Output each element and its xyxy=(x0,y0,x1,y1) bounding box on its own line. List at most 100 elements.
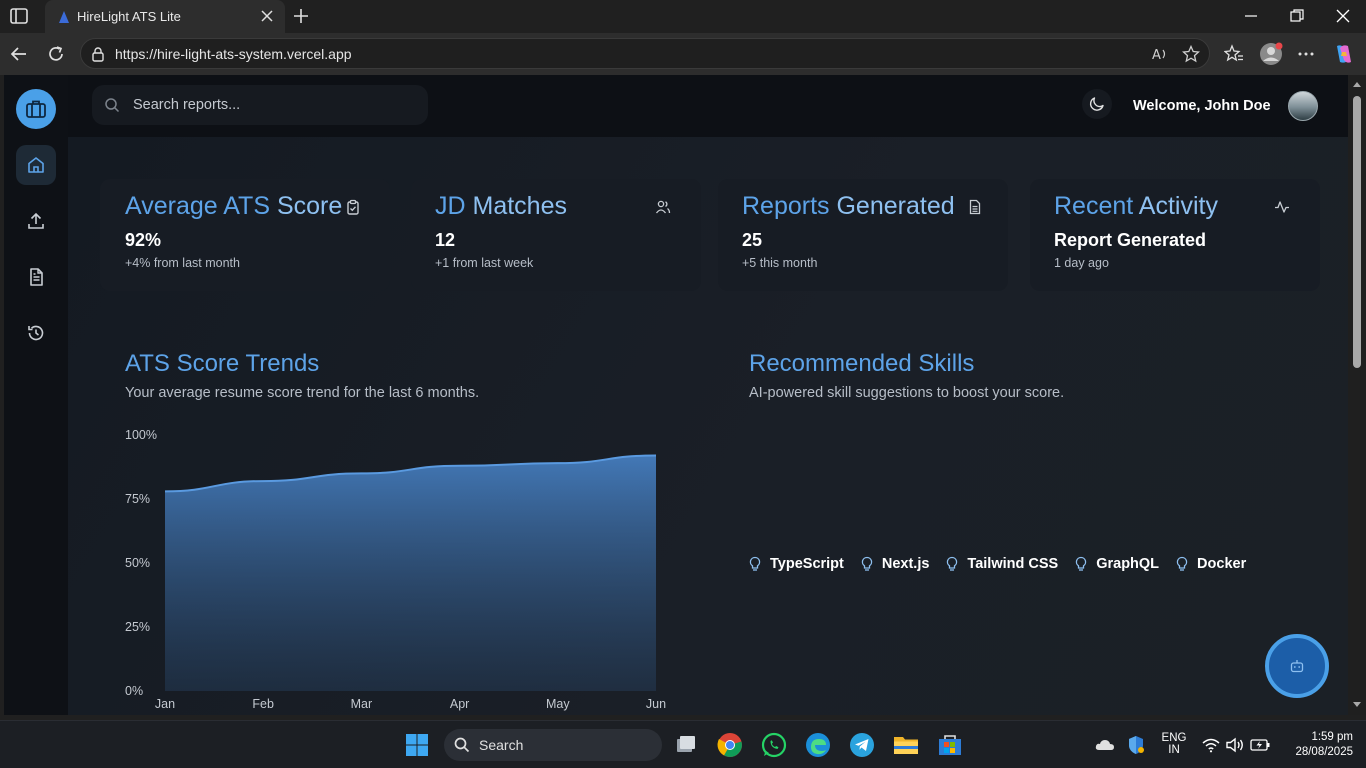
skills-title: Recommended Skills xyxy=(749,350,975,377)
url-text[interactable]: https://hire-light-ats-system.vercel.app xyxy=(115,46,352,62)
windows-logo-icon xyxy=(406,734,428,756)
browser-address-bar: https://hire-light-ats-system.vercel.app… xyxy=(0,33,1366,75)
theme-toggle-button[interactable] xyxy=(1082,89,1112,119)
start-button[interactable] xyxy=(403,731,431,759)
file-text-icon xyxy=(30,268,43,286)
scroll-down-arrow-icon[interactable] xyxy=(1352,701,1362,709)
whatsapp-icon xyxy=(761,732,787,758)
search-icon xyxy=(105,98,120,113)
sidebar-item-upload[interactable] xyxy=(16,201,56,241)
card-title-ats-score: Average ATS Score xyxy=(125,192,343,220)
file-text-icon xyxy=(969,199,981,215)
x-tick-label: Apr xyxy=(450,697,469,711)
lightbulb-icon xyxy=(1075,556,1087,571)
wifi-icon[interactable] xyxy=(1202,737,1220,753)
x-tick-label: Feb xyxy=(252,697,274,711)
sidebar-item-history[interactable] xyxy=(16,313,56,353)
store-icon xyxy=(939,735,961,755)
task-view-icon xyxy=(677,736,695,752)
edge-app[interactable] xyxy=(804,731,832,759)
browser-tab-active[interactable]: HireLight ATS Lite xyxy=(45,0,285,33)
y-tick-label: 0% xyxy=(125,684,143,698)
tab-actions-icon[interactable] xyxy=(10,8,28,24)
more-menu-icon[interactable] xyxy=(1296,44,1316,64)
x-tick-label: Jun xyxy=(646,697,666,711)
chrome-icon xyxy=(717,733,742,757)
minimize-icon[interactable] xyxy=(1244,9,1258,23)
ats-score-area-chart: 0% 25% 50% 75% 100% Jan Feb Mar Apr May Jun xyxy=(125,428,666,711)
y-tick-label: 100% xyxy=(125,428,157,442)
sidebar-item-reports[interactable] xyxy=(16,257,56,297)
refresh-icon[interactable] xyxy=(46,44,66,64)
taskbar-search[interactable]: Search xyxy=(444,729,662,761)
x-tick-label: May xyxy=(546,697,570,711)
lightbulb-icon xyxy=(861,556,873,571)
security-shield-icon[interactable] xyxy=(1127,735,1145,755)
tab-close-icon[interactable] xyxy=(261,9,273,23)
skill-item: Tailwind CSS xyxy=(945,556,1058,572)
read-aloud-icon[interactable]: A xyxy=(1151,45,1169,63)
lock-icon[interactable] xyxy=(90,46,106,62)
skill-item: Next.js xyxy=(860,556,929,572)
edge-icon xyxy=(806,733,830,757)
onedrive-cloud-icon[interactable] xyxy=(1095,739,1115,751)
search-reports-input[interactable]: Search reports... xyxy=(92,85,428,125)
card-value-recent-activity: Report Generated xyxy=(1054,230,1207,250)
card-title-jd-matches: JD Matches xyxy=(435,192,567,220)
lightbulb-icon xyxy=(947,556,958,571)
lightbulb-icon xyxy=(1176,556,1188,571)
card-value-reports: 25 xyxy=(742,230,763,250)
skill-item: Docker xyxy=(1175,556,1246,572)
scroll-up-arrow-icon[interactable] xyxy=(1352,80,1362,88)
card-sub-reports: +5 this month xyxy=(742,256,818,270)
skills-list: TypeScript Next.js Tailwind CSS GraphQL … xyxy=(748,556,1246,572)
telegram-app[interactable] xyxy=(848,731,876,759)
windows-taskbar: Search ENG IN 1:59 pm 28/08/2025 xyxy=(0,720,1366,768)
url-field[interactable]: https://hire-light-ats-system.vercel.app… xyxy=(80,38,1210,69)
scrollbar-thumb[interactable] xyxy=(1353,96,1361,368)
restore-icon[interactable] xyxy=(1290,9,1304,23)
upload-icon xyxy=(28,212,44,229)
taskbar-search-label[interactable]: Search xyxy=(479,737,523,753)
close-window-icon[interactable] xyxy=(1336,9,1350,23)
whatsapp-app[interactable] xyxy=(760,731,788,759)
briefcase-icon xyxy=(26,100,46,118)
system-clock[interactable]: 1:59 pm 28/08/2025 xyxy=(1295,730,1353,760)
card-sub-recent-activity: 1 day ago xyxy=(1054,256,1109,270)
y-tick-label: 50% xyxy=(125,556,150,570)
battery-icon[interactable] xyxy=(1250,738,1270,752)
chart-title: ATS Score Trends xyxy=(125,350,320,377)
back-arrow-icon[interactable] xyxy=(9,44,29,64)
card-sub-jd-matches: +1 from last week xyxy=(435,256,534,270)
language-indicator[interactable]: ENG IN xyxy=(1160,732,1188,756)
microsoft-store-app[interactable] xyxy=(936,731,964,759)
app-logo[interactable] xyxy=(16,89,56,129)
tab-title: HireLight ATS Lite xyxy=(77,9,181,24)
chrome-app[interactable] xyxy=(716,731,744,759)
card-sub-ats-score: +4% from last month xyxy=(125,256,240,270)
app-topbar: Search reports... Welcome, John Doe xyxy=(68,75,1348,137)
sidebar-item-home[interactable] xyxy=(16,145,56,185)
bot-icon xyxy=(1290,660,1304,673)
svg-text:A: A xyxy=(1152,48,1161,63)
task-view-button[interactable] xyxy=(672,731,700,759)
favorite-star-icon[interactable] xyxy=(1182,45,1200,63)
x-tick-label: Mar xyxy=(351,697,373,711)
card-value-ats-score: 92% xyxy=(125,230,162,250)
favorites-icon[interactable] xyxy=(1224,44,1244,64)
welcome-text: Welcome, John Doe xyxy=(1133,98,1271,114)
page-scrollbar[interactable] xyxy=(1348,75,1366,715)
y-tick-label: 75% xyxy=(125,492,150,506)
new-tab-icon[interactable] xyxy=(292,7,310,25)
folder-icon xyxy=(894,737,918,754)
ai-assistant-button[interactable] xyxy=(1265,634,1329,698)
trend-area xyxy=(165,455,656,691)
site-favicon-icon xyxy=(59,11,69,23)
profile-avatar-icon[interactable] xyxy=(1259,42,1283,66)
file-explorer-app[interactable] xyxy=(892,731,920,759)
copilot-icon[interactable] xyxy=(1332,42,1356,66)
user-avatar[interactable] xyxy=(1288,91,1318,121)
search-placeholder[interactable]: Search reports... xyxy=(133,97,240,113)
volume-icon[interactable] xyxy=(1226,737,1246,753)
x-tick-label: Jan xyxy=(155,697,175,711)
